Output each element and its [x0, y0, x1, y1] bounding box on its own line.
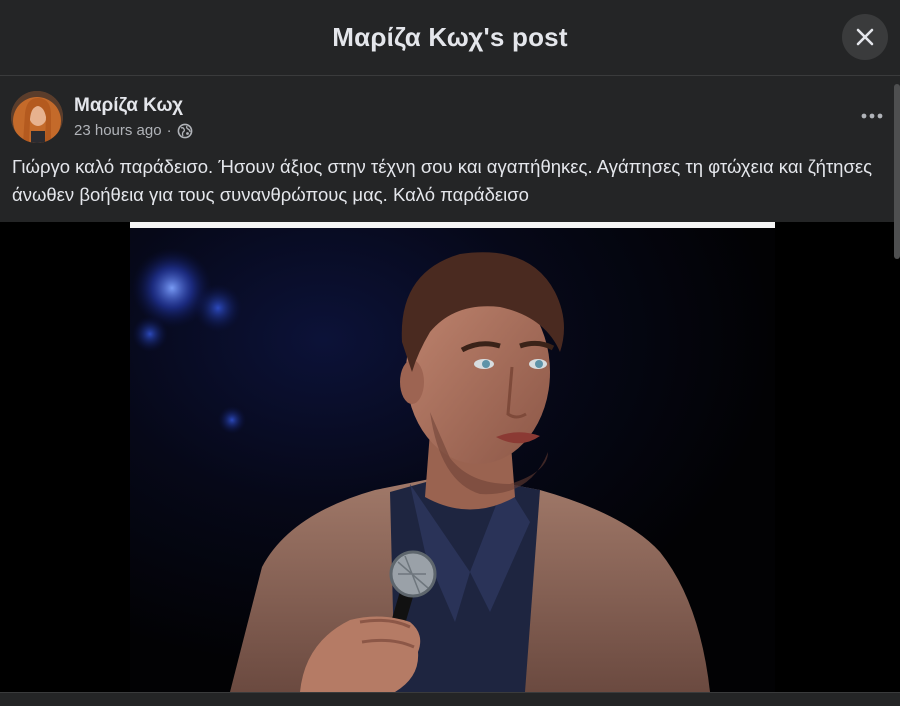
close-button[interactable] [842, 14, 888, 60]
close-icon [856, 28, 874, 46]
post-image[interactable] [0, 222, 900, 692]
more-horizontal-icon [861, 113, 883, 119]
dialog-header: Μαρίζα Κωχ's post [0, 0, 900, 76]
globe-icon[interactable] [177, 123, 193, 139]
scrollbar[interactable] [894, 84, 900, 259]
dialog-footer-edge [0, 692, 900, 706]
author-name[interactable]: Μαρίζα Κωχ [74, 95, 183, 117]
meta-separator: · [166, 122, 172, 139]
post-meta: 23 hours ago · [74, 122, 193, 139]
avatar[interactable] [11, 91, 63, 143]
dialog-title: Μαρίζα Κωχ's post [332, 22, 568, 52]
more-options-button[interactable] [858, 102, 886, 130]
post-dialog: Μαρίζα Κωχ's post Μαρίζα Κωχ 23 hours ag… [0, 0, 900, 706]
post-timestamp[interactable]: 23 hours ago [74, 122, 162, 139]
post-text: Γιώργο καλό παράδεισο. Ήσουν άξιος στην … [12, 156, 873, 205]
